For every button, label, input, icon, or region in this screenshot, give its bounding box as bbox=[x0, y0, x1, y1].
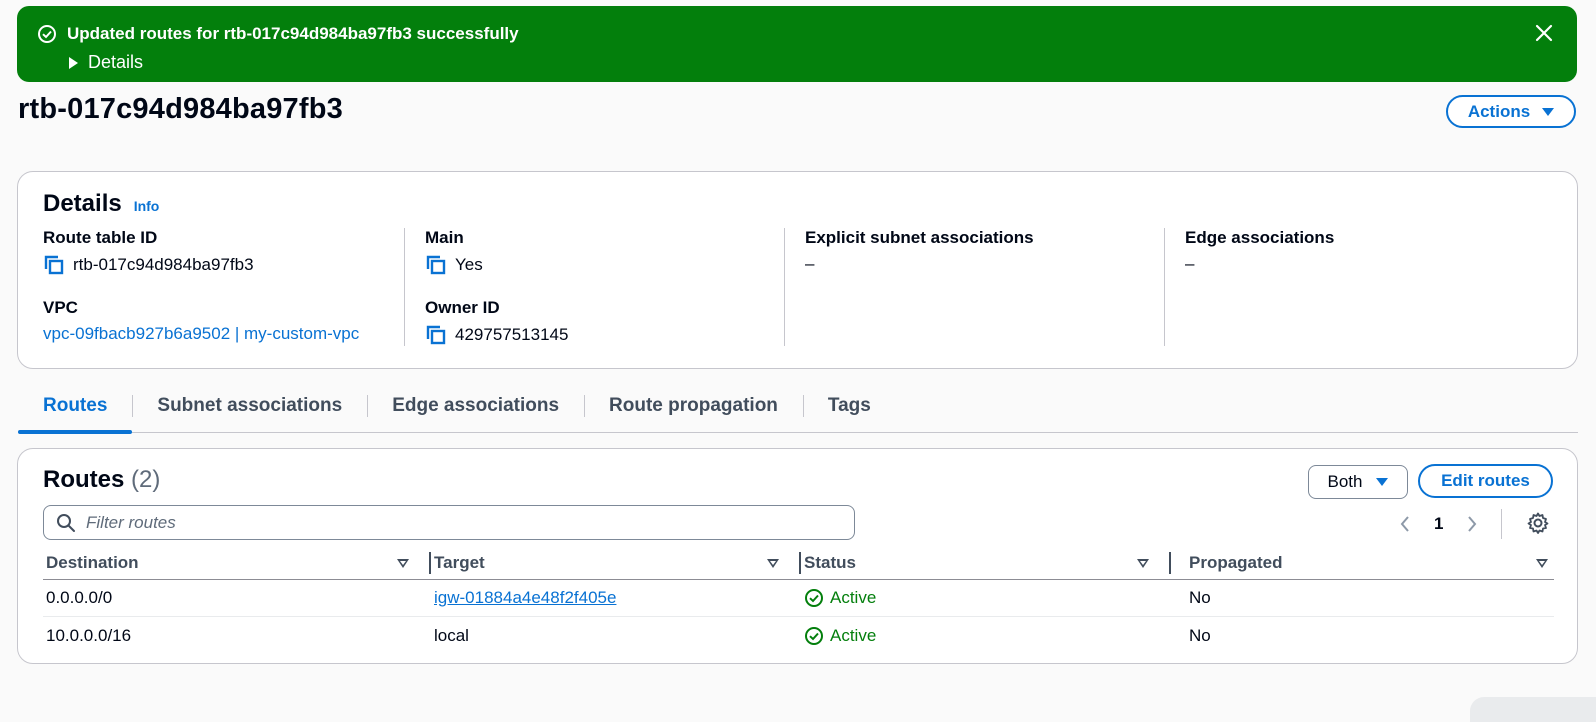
explicit-subnet-value: – bbox=[805, 254, 815, 273]
owner-id-label: Owner ID bbox=[425, 298, 500, 317]
details-col-4: Edge associations – bbox=[1164, 228, 1544, 346]
column-label: Status bbox=[804, 552, 856, 572]
caret-down-icon bbox=[1376, 478, 1389, 486]
info-link[interactable]: Info bbox=[134, 198, 160, 214]
success-check-icon bbox=[38, 25, 56, 43]
success-flashbar: Updated routes for rtb-017c94d984ba97fb3… bbox=[17, 6, 1577, 82]
propagated-cell: No bbox=[1189, 625, 1211, 645]
status-check-icon bbox=[805, 589, 823, 607]
column-label: Destination bbox=[46, 552, 139, 572]
search-icon bbox=[57, 513, 75, 532]
chevron-right-icon[interactable] bbox=[1465, 514, 1479, 534]
caret-right-icon bbox=[69, 56, 78, 69]
tab-route-propagation[interactable]: Route propagation bbox=[584, 393, 803, 433]
flash-details-toggle[interactable]: Details bbox=[69, 52, 143, 73]
copy-icon[interactable] bbox=[43, 254, 65, 276]
target-cell: igw-01884a4e48f2f405e bbox=[431, 588, 801, 608]
status-check-icon bbox=[805, 626, 823, 645]
column-header-destination[interactable]: Destination bbox=[43, 546, 431, 579]
target-cell: local bbox=[434, 625, 469, 645]
sort-icon[interactable] bbox=[767, 559, 779, 568]
routes-table: Destination Target Status Propagated 0.0… bbox=[43, 546, 1554, 654]
status-cell: Active bbox=[801, 588, 1171, 608]
page-title: rtb-017c94d984ba97fb3 bbox=[18, 93, 343, 125]
caret-down-icon bbox=[1542, 107, 1555, 116]
sort-icon[interactable] bbox=[1536, 559, 1548, 568]
chevron-left-icon[interactable] bbox=[1398, 514, 1412, 534]
flash-details-label: Details bbox=[88, 52, 144, 72]
filter-routes-input[interactable] bbox=[86, 512, 826, 533]
owner-id-value: 429757513145 bbox=[455, 325, 569, 344]
status-text: Active bbox=[830, 588, 877, 607]
column-label: Propagated bbox=[1189, 552, 1283, 572]
details-col-1: Route table ID rtb-017c94d984ba97fb3 VPC… bbox=[43, 228, 403, 346]
tab-bar: Routes Subnet associations Edge associat… bbox=[18, 393, 1578, 434]
sort-icon[interactable] bbox=[1137, 559, 1149, 568]
details-col-3: Explicit subnet associations – bbox=[784, 228, 1164, 346]
tab-subnet-associations[interactable]: Subnet associations bbox=[132, 393, 367, 433]
details-title: Details bbox=[43, 190, 122, 217]
pagination: 1 bbox=[1398, 509, 1503, 539]
routes-heading: Routes (2) bbox=[43, 466, 160, 494]
table-header: Destination Target Status Propagated bbox=[43, 546, 1554, 580]
actions-button-label: Actions bbox=[1467, 101, 1531, 121]
copy-icon[interactable] bbox=[425, 254, 447, 276]
routes-panel: Routes (2) Both Edit routes 1 Destinatio… bbox=[17, 448, 1578, 664]
main-value: Yes bbox=[455, 255, 483, 274]
copy-icon[interactable] bbox=[425, 324, 447, 346]
route-table-id-label: Route table ID bbox=[43, 228, 158, 247]
column-header-target[interactable]: Target bbox=[431, 546, 801, 579]
route-table-id-value: rtb-017c94d984ba97fb3 bbox=[73, 255, 254, 274]
column-header-status[interactable]: Status bbox=[801, 546, 1171, 579]
current-page[interactable]: 1 bbox=[1434, 514, 1443, 534]
edge-associations-label: Edge associations bbox=[1185, 228, 1335, 247]
status-text: Active bbox=[830, 625, 877, 645]
sort-icon[interactable] bbox=[397, 559, 409, 568]
filter-routes-field[interactable] bbox=[43, 505, 855, 540]
explicit-subnet-label: Explicit subnet associations bbox=[805, 228, 1034, 247]
edge-associations-value: – bbox=[1185, 254, 1195, 273]
tab-tags[interactable]: Tags bbox=[802, 393, 896, 433]
close-icon[interactable] bbox=[1533, 22, 1555, 44]
column-header-propagated[interactable]: Propagated bbox=[1171, 546, 1554, 579]
flash-message: Updated routes for rtb-017c94d984ba97fb3… bbox=[67, 24, 519, 43]
vpc-label: VPC bbox=[43, 298, 78, 317]
column-label: Target bbox=[434, 552, 485, 572]
pager-divider bbox=[1501, 509, 1503, 539]
routes-title: Routes bbox=[43, 466, 125, 493]
target-link[interactable]: igw-01884a4e48f2f405e bbox=[434, 588, 616, 608]
tab-edge-associations[interactable]: Edge associations bbox=[367, 393, 584, 433]
route-filter-select-value: Both bbox=[1327, 472, 1363, 491]
actions-button[interactable]: Actions bbox=[1446, 95, 1576, 128]
propagated-cell: No bbox=[1189, 588, 1211, 607]
details-heading: Details Info bbox=[43, 190, 159, 218]
table-row: 10.0.0.0/16 local Active No bbox=[43, 617, 1554, 654]
routes-count: (2) bbox=[131, 466, 161, 493]
route-filter-select[interactable]: Both bbox=[1308, 465, 1408, 499]
feedback-corner bbox=[1470, 697, 1596, 722]
destination-cell: 0.0.0.0/0 bbox=[46, 588, 113, 607]
table-row: 0.0.0.0/0 igw-01884a4e48f2f405e Active N… bbox=[43, 580, 1554, 617]
edit-routes-button[interactable]: Edit routes bbox=[1418, 464, 1553, 498]
status-cell: Active bbox=[801, 626, 1171, 646]
gear-icon[interactable] bbox=[1526, 511, 1550, 535]
details-panel: Details Info Route table ID rtb-017c94d9… bbox=[17, 171, 1578, 369]
details-col-2: Main Yes Owner ID 429757513145 bbox=[404, 228, 784, 346]
main-label: Main bbox=[425, 228, 464, 247]
tab-routes[interactable]: Routes bbox=[18, 393, 133, 434]
vpc-link[interactable]: vpc-09fbacb927b6a9502 | my-custom-vpc bbox=[43, 324, 403, 344]
destination-cell: 10.0.0.0/16 bbox=[46, 625, 132, 645]
